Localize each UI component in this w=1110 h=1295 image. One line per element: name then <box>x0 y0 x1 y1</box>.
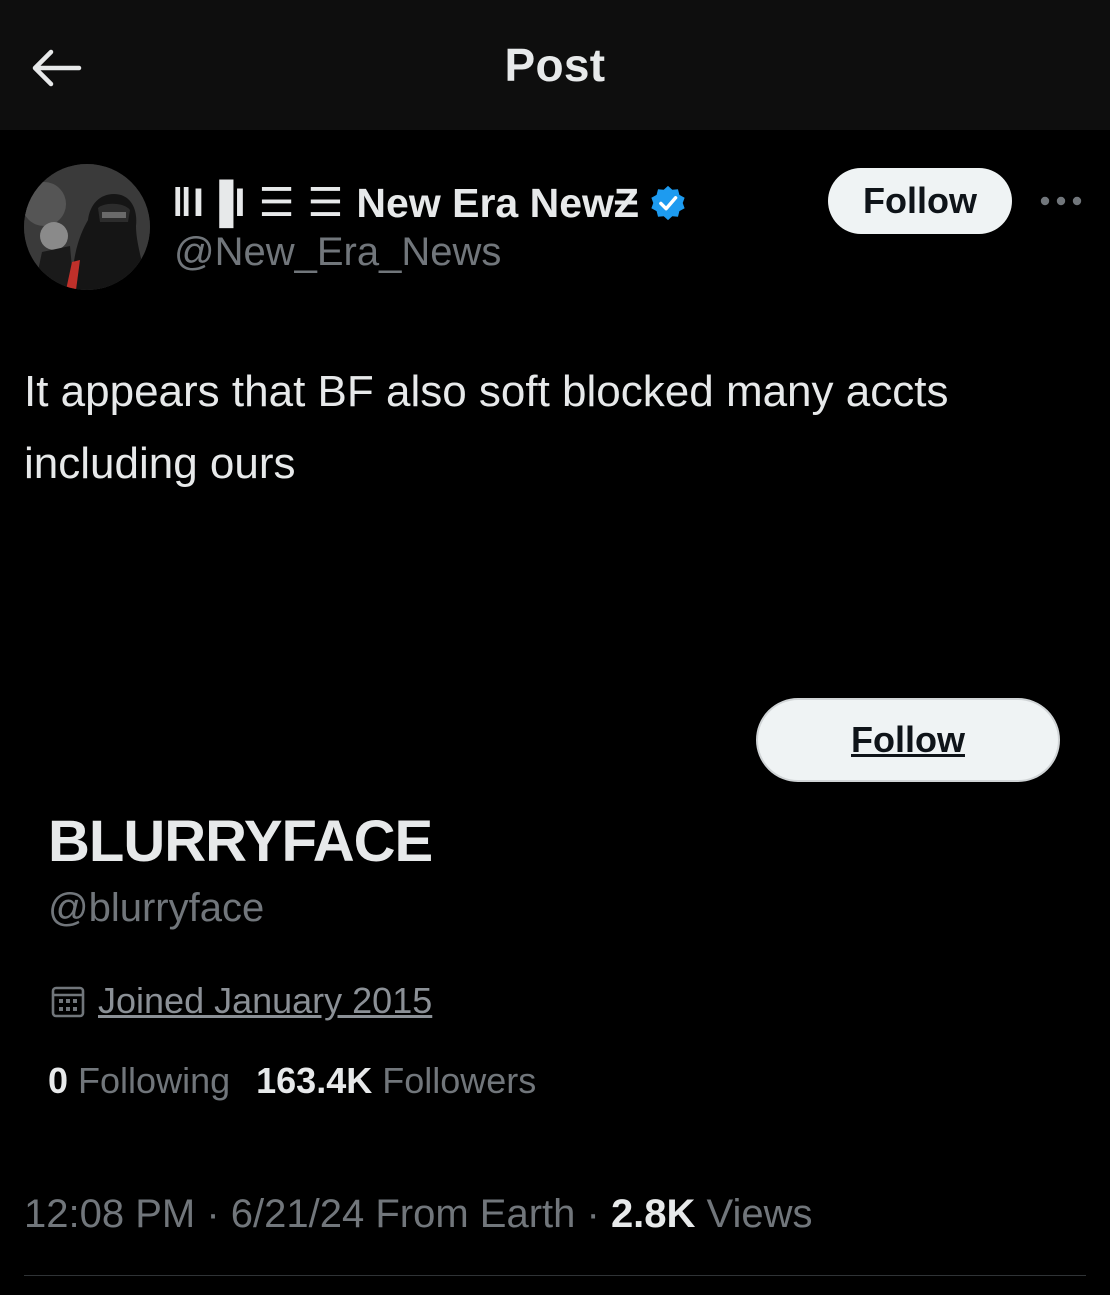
embedded-profile-name: BLURRYFACE <box>48 809 433 874</box>
embedded-joined-date: Joined January 2015 <box>50 980 432 1022</box>
page-title: Post <box>504 39 606 91</box>
embedded-stats: 0 Following 163.4K Followers <box>48 1060 536 1102</box>
views-label: Views <box>695 1192 813 1236</box>
divider <box>24 1275 1086 1276</box>
post-time[interactable]: 12:08 PM <box>24 1192 195 1236</box>
meta-separator: · <box>195 1192 231 1236</box>
followers-stat[interactable]: 163.4K Followers <box>256 1060 536 1102</box>
avatar[interactable] <box>24 164 150 290</box>
views-count[interactable]: 2.8K <box>611 1192 696 1236</box>
joined-link[interactable]: Joined January 2015 <box>98 980 432 1022</box>
post-text: It appears that BF also soft blocked man… <box>24 367 949 488</box>
post-date[interactable]: 6/21/24 <box>231 1192 364 1236</box>
avatar-image <box>24 164 150 290</box>
more-dots-icon <box>1040 196 1082 206</box>
embedded-profile-handle: @blurryface <box>48 886 265 930</box>
follow-button[interactable]: Follow <box>828 168 1012 234</box>
more-options-button[interactable] <box>1036 184 1086 218</box>
top-bar: Post <box>0 0 1110 130</box>
verified-badge-icon[interactable] <box>649 184 687 222</box>
post-source: From Earth <box>364 1192 576 1236</box>
post-meta: 12:08 PM · 6/21/24 From Earth · 2.8K Vie… <box>24 1192 813 1237</box>
embedded-follow-button[interactable]: Follow <box>756 698 1060 782</box>
author-handle[interactable]: @New_Era_News <box>174 230 501 275</box>
name-glyphs: ‖I▐I ☰ ☰ <box>172 181 345 225</box>
following-count: 0 <box>48 1060 69 1101</box>
author-display-name[interactable]: New Era NewƵ <box>356 180 639 227</box>
author-name-row[interactable]: ‖I▐I ☰ ☰ New Era NewƵ <box>172 176 687 230</box>
calendar-icon <box>51 986 85 1018</box>
followers-label: Followers <box>382 1060 537 1101</box>
followers-count: 163.4K <box>256 1060 373 1101</box>
meta-separator: · <box>575 1192 611 1236</box>
following-label: Following <box>78 1060 231 1101</box>
following-stat[interactable]: 0 Following <box>48 1060 230 1102</box>
